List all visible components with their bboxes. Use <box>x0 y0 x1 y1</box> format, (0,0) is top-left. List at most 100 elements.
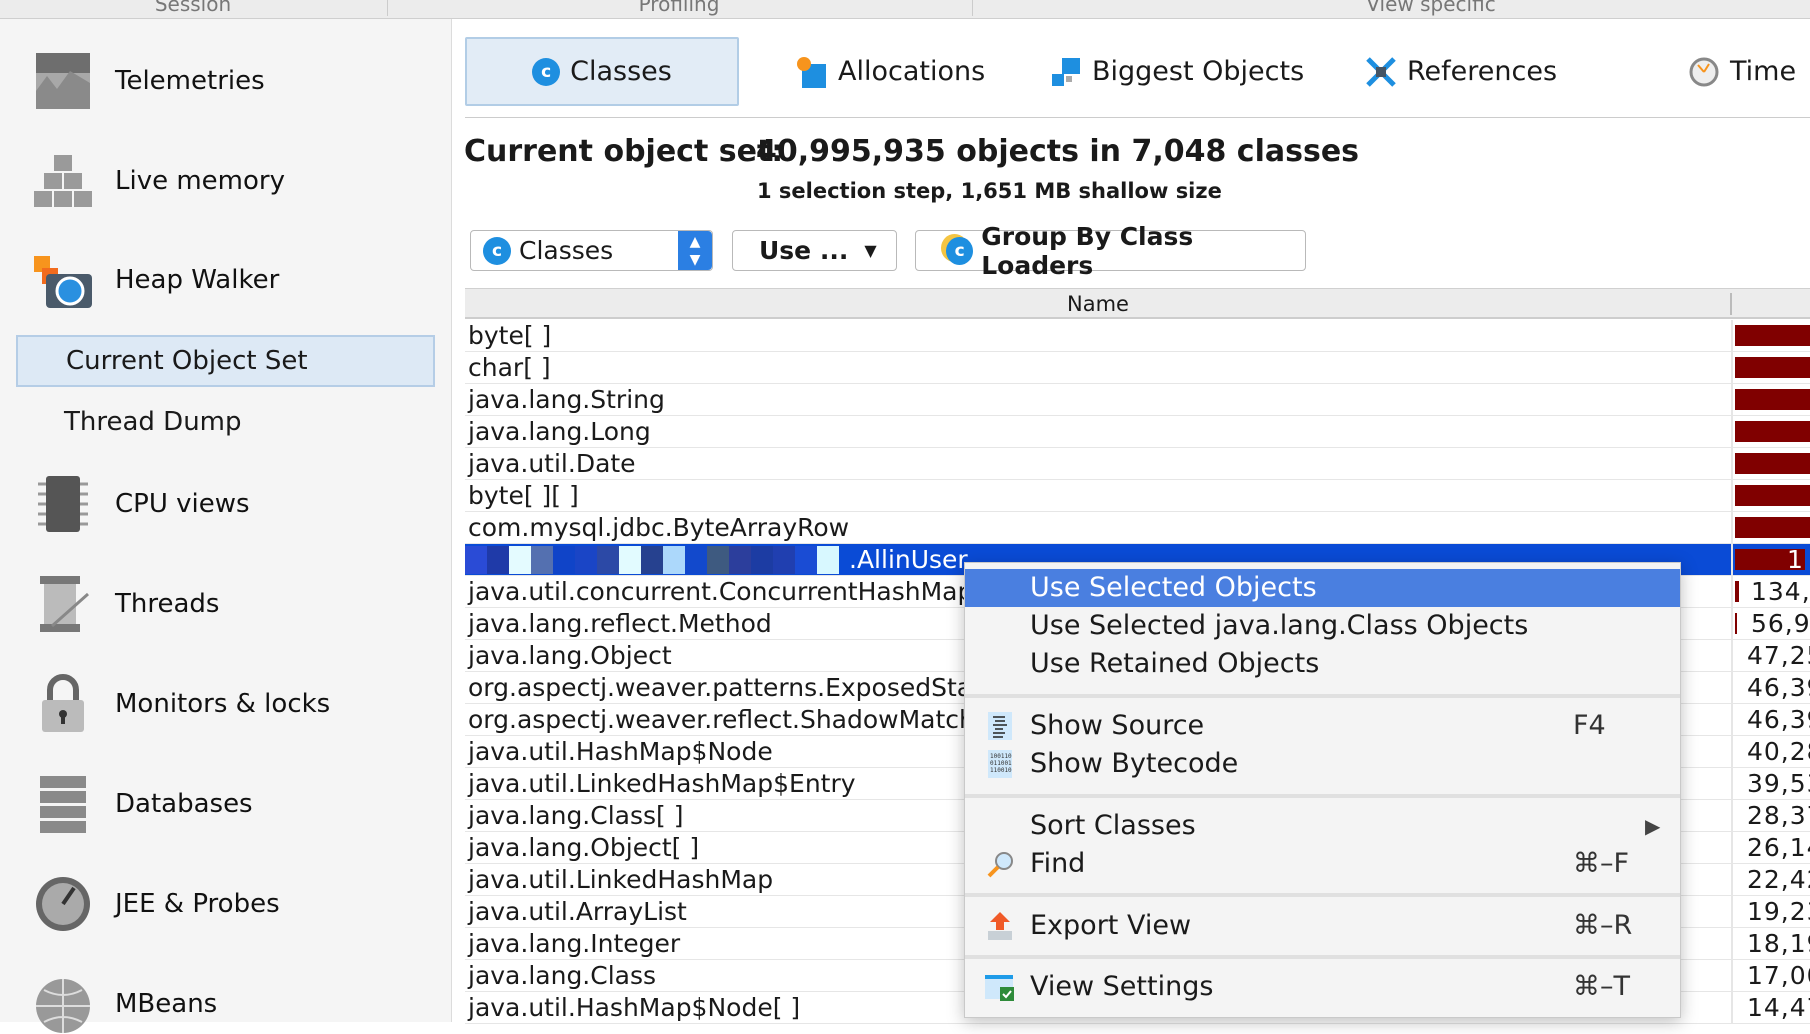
sidebar-item-heap-walker[interactable]: Heap Walker <box>0 250 452 310</box>
svg-text:110010: 110010 <box>990 767 1012 774</box>
table-row[interactable]: java.lang.String <box>465 384 1810 416</box>
class-name: char[ ] <box>468 353 551 382</box>
sidebar-item-telemetries[interactable]: Telemetries <box>0 51 452 111</box>
instance-count: 46,39 <box>1747 705 1810 734</box>
column-header-name[interactable]: Name <box>465 292 1731 316</box>
class-name: java.lang.Object[ ] <box>468 833 700 862</box>
menu-item-label: Use Retained Objects <box>1030 648 1320 679</box>
menu-item-use-selected-objects[interactable]: Use Selected Objects <box>965 569 1680 607</box>
menu-item-show-source[interactable]: Show Source F4 <box>965 707 1680 745</box>
sidebar-item-label: Heap Walker <box>115 265 280 295</box>
menu-item-label: Sort Classes <box>1030 810 1196 841</box>
menu-item-show-bytecode[interactable]: 100110 011001 110010 Show Bytecode <box>965 745 1680 783</box>
instance-count: 22,42 <box>1747 865 1810 894</box>
biggest-objects-icon <box>1052 57 1080 86</box>
tab-references[interactable]: References <box>1365 37 1557 106</box>
class-icon: c <box>532 57 561 86</box>
heap-walker-icon <box>34 256 92 308</box>
select-arrows-icon: ▲ ▼ <box>678 231 712 270</box>
probes-icon <box>36 877 90 931</box>
menu-separator <box>965 694 1680 698</box>
tab-time[interactable]: Time <box>1688 37 1796 106</box>
view-select[interactable]: c Classes ▲ ▼ <box>470 230 713 271</box>
menu-separator <box>965 893 1680 897</box>
sidebar-item-cpu-views[interactable]: CPU views <box>0 474 452 534</box>
table-row[interactable]: java.lang.Long <box>465 416 1810 448</box>
table-row[interactable]: byte[ ] <box>465 320 1810 352</box>
class-name: java.util.HashMap$Node <box>468 737 773 766</box>
menu-item-label: View Settings <box>1030 971 1214 1002</box>
tab-classes[interactable]: c Classes <box>465 37 739 106</box>
sidebar-item-current-object-set[interactable]: Current Object Set <box>16 335 435 387</box>
use-button[interactable]: Use ... ▼ <box>732 230 897 271</box>
table-row[interactable]: byte[ ][ ] <box>465 480 1810 512</box>
menu-item-find[interactable]: Find ⌘–F <box>965 845 1680 883</box>
instance-count: 39,53 <box>1747 769 1810 798</box>
table-row[interactable]: java.util.Date <box>465 448 1810 480</box>
instance-count: 47,25 <box>1747 641 1810 670</box>
menu-item-use-selected-class-objects[interactable]: Use Selected java.lang.Class Objects <box>965 607 1680 645</box>
table-header: Name <box>465 288 1810 319</box>
section-view-specific: View specific <box>1366 0 1496 16</box>
sidebar-item-label: MBeans <box>115 989 218 1019</box>
class-name: org.aspectj.weaver.patterns.ExposedState <box>468 673 998 702</box>
class-name: java.lang.Object <box>468 641 672 670</box>
instance-count: 17,00 <box>1747 961 1810 990</box>
sidebar-item-live-memory[interactable]: Live memory <box>0 151 452 211</box>
table-row[interactable]: char[ ] <box>465 352 1810 384</box>
menu-item-sort-classes[interactable]: Sort Classes ▶ <box>965 807 1680 845</box>
instance-count: 1 <box>1787 545 1804 574</box>
class-loader-icon: c <box>946 236 974 265</box>
tab-divider <box>465 117 1810 118</box>
tab-biggest-objects[interactable]: Biggest Objects <box>1050 37 1304 106</box>
cpu-views-icon <box>38 476 88 532</box>
menu-shortcut: F4 <box>1573 710 1606 741</box>
class-name: com.mysql.jdbc.ByteArrayRow <box>468 513 850 542</box>
redacted-package-name <box>465 546 839 574</box>
instance-count: 14,47 <box>1747 993 1810 1022</box>
class-name: org.aspectj.weaver.reflect.ShadowMatchIm… <box>468 705 1030 734</box>
mbeans-icon <box>36 979 90 1033</box>
sidebar-item-thread-dump[interactable]: Thread Dump <box>16 396 435 448</box>
menu-item-view-settings[interactable]: View Settings ⌘–T <box>965 968 1680 1006</box>
sidebar-item-label: CPU views <box>115 489 250 519</box>
menu-item-export-view[interactable]: Export View ⌘–R <box>965 907 1680 945</box>
value-bar <box>1735 421 1810 442</box>
section-profiling: Profiling <box>638 0 720 16</box>
class-name: java.lang.Long <box>468 417 651 446</box>
value-bar <box>1735 453 1810 474</box>
bytecode-icon: 100110011001110010 <box>988 750 1012 778</box>
menu-shortcut: ⌘–R <box>1573 910 1633 941</box>
tab-label: Classes <box>570 56 672 87</box>
menu-shortcut: ⌘–T <box>1573 971 1630 1002</box>
sidebar-item-label: Live memory <box>115 166 285 196</box>
sidebar-item-label: Current Object Set <box>66 346 308 376</box>
sidebar-item-monitors-locks[interactable]: Monitors & locks <box>0 674 452 734</box>
export-icon <box>988 912 1012 940</box>
sidebar-item-mbeans[interactable]: MBeans <box>0 974 452 1034</box>
menu-item-label: Show Source <box>1030 710 1205 741</box>
instance-count: 134,7 <box>1751 577 1810 606</box>
view-select-value: Classes <box>519 236 614 265</box>
table-row[interactable]: com.mysql.jdbc.ByteArrayRow <box>465 512 1810 544</box>
sidebar-item-databases[interactable]: Databases <box>0 774 452 834</box>
sidebar: Telemetries Live memory Heap Walker Curr… <box>0 19 452 1033</box>
sidebar-item-jee-probes[interactable]: JEE & Probes <box>0 874 452 934</box>
menu-item-use-retained-objects[interactable]: Use Retained Objects <box>965 645 1680 683</box>
databases-icon <box>40 776 86 833</box>
class-name: java.util.Date <box>468 449 636 478</box>
class-name: java.util.LinkedHashMap <box>468 865 774 894</box>
use-button-label: Use ... <box>759 236 849 265</box>
menu-separator <box>965 794 1680 798</box>
instance-count: 28,37 <box>1747 801 1810 830</box>
value-bar <box>1735 325 1810 346</box>
allocations-icon <box>797 56 826 88</box>
lock-icon <box>42 674 84 732</box>
class-name: java.lang.Class[ ] <box>468 801 684 830</box>
submenu-arrow-icon: ▶ <box>1645 814 1661 838</box>
instance-count: 18,19 <box>1747 929 1810 958</box>
group-by-class-loaders-button[interactable]: c Group By Class Loaders <box>915 222 1306 280</box>
tab-allocations[interactable]: Allocations <box>796 37 985 106</box>
class-icon: c <box>483 236 511 265</box>
sidebar-item-threads[interactable]: Threads <box>0 574 452 634</box>
